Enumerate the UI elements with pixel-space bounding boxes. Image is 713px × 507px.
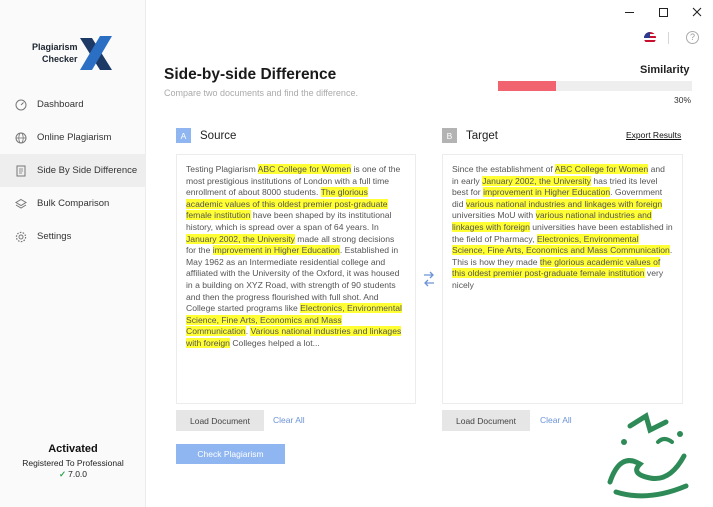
sidebar-item-label: Online Plagiarism [37,132,112,143]
sidebar-nav: Dashboard Online Plagiarism Side By Side… [0,88,146,253]
activation-status: Activated Registered To Professional ✓ 7.… [0,443,146,480]
minimize-icon [624,11,634,13]
registration-text: Registered To Professional [22,458,124,468]
text-segment: Since the establishment of [452,164,555,174]
close-icon [692,7,702,17]
gauge-icon [14,98,28,112]
sidebar-item-online-plagiarism[interactable]: Online Plagiarism [0,121,146,154]
text-segment: Testing Plagiarism [186,164,258,174]
sidebar-item-dashboard[interactable]: Dashboard [0,88,146,121]
help-icon[interactable]: ? [686,31,699,44]
source-badge: A [176,128,191,143]
swap-arrows-icon[interactable] [422,270,436,288]
sidebar-item-side-by-side[interactable]: Side By Side Difference [0,154,146,187]
gear-icon [14,230,28,244]
source-load-document-button[interactable]: Load Document [176,410,264,431]
source-text-area[interactable]: Testing Plagiarism ABC College for Women… [176,154,416,404]
target-title: Target [466,129,498,142]
highlighted-match: improvement in Higher Education [212,245,340,256]
globe-icon [14,131,28,145]
version-line: ✓ 7.0.0 [0,469,146,480]
maximize-button[interactable] [646,0,680,24]
logo-line2: Checker [42,54,78,64]
layers-icon [14,197,28,211]
similarity-bar-fill [498,81,557,91]
logo-line1: Plagiarism [32,42,78,52]
similarity-bar [498,81,692,91]
sidebar-item-bulk-comparison[interactable]: Bulk Comparison [0,187,146,220]
document-icon [14,164,28,178]
similarity-label: Similarity [640,64,690,76]
export-results-link[interactable]: Export Results [626,130,681,140]
page-title: Side-by-side Difference [164,66,337,83]
watermark-logo [607,412,689,499]
maximize-icon [658,7,668,17]
sidebar-item-label: Dashboard [37,99,84,110]
activation-title: Activated [48,443,98,455]
highlighted-match: ABC College for Women [257,164,352,174]
text-segment: Colleges helped a lot... [229,337,320,348]
target-text-area[interactable]: Since the establishment of ABC College f… [442,154,683,404]
target-load-document-button[interactable]: Load Document [442,410,530,431]
sidebar-item-settings[interactable]: Settings [0,220,146,253]
source-title: Source [200,129,237,142]
target-clear-all-link[interactable]: Clear All [540,415,572,425]
header-icons: ? [644,30,704,44]
sidebar-item-label: Settings [37,231,72,242]
highlighted-match: January 2002, the University [482,175,592,186]
sidebar: Plagiarism Checker Dashboard Online Plag… [0,0,146,507]
target-badge: B [442,128,457,143]
similarity-value: 30% [674,95,692,105]
highlighted-match: improvement in Higher Education [483,187,611,198]
highlighted-match: various national industries and linkages… [465,198,663,209]
text-segment: universities MoU with [452,210,536,221]
version-text: 7.0.0 [68,469,88,479]
check-plagiarism-button[interactable]: Check Plagiarism [176,444,285,464]
sidebar-item-label: Bulk Comparison [37,198,110,209]
sidebar-item-label: Side By Side Difference [37,165,138,176]
app-logo: Plagiarism Checker [20,36,120,72]
page-subtitle: Compare two documents and find the diffe… [164,88,358,98]
divider [668,32,669,44]
close-button[interactable] [680,0,713,24]
highlighted-match: January 2002, the University [186,233,295,244]
check-icon: ✓ [58,469,67,479]
highlighted-match: ABC College for Women [554,164,649,174]
logo-x-mark [80,36,112,70]
us-flag-icon[interactable] [644,32,656,44]
minimize-button[interactable] [612,0,646,24]
source-header: A Source [176,128,236,143]
source-clear-all-link[interactable]: Clear All [273,415,305,425]
target-header: B Target [442,128,498,143]
